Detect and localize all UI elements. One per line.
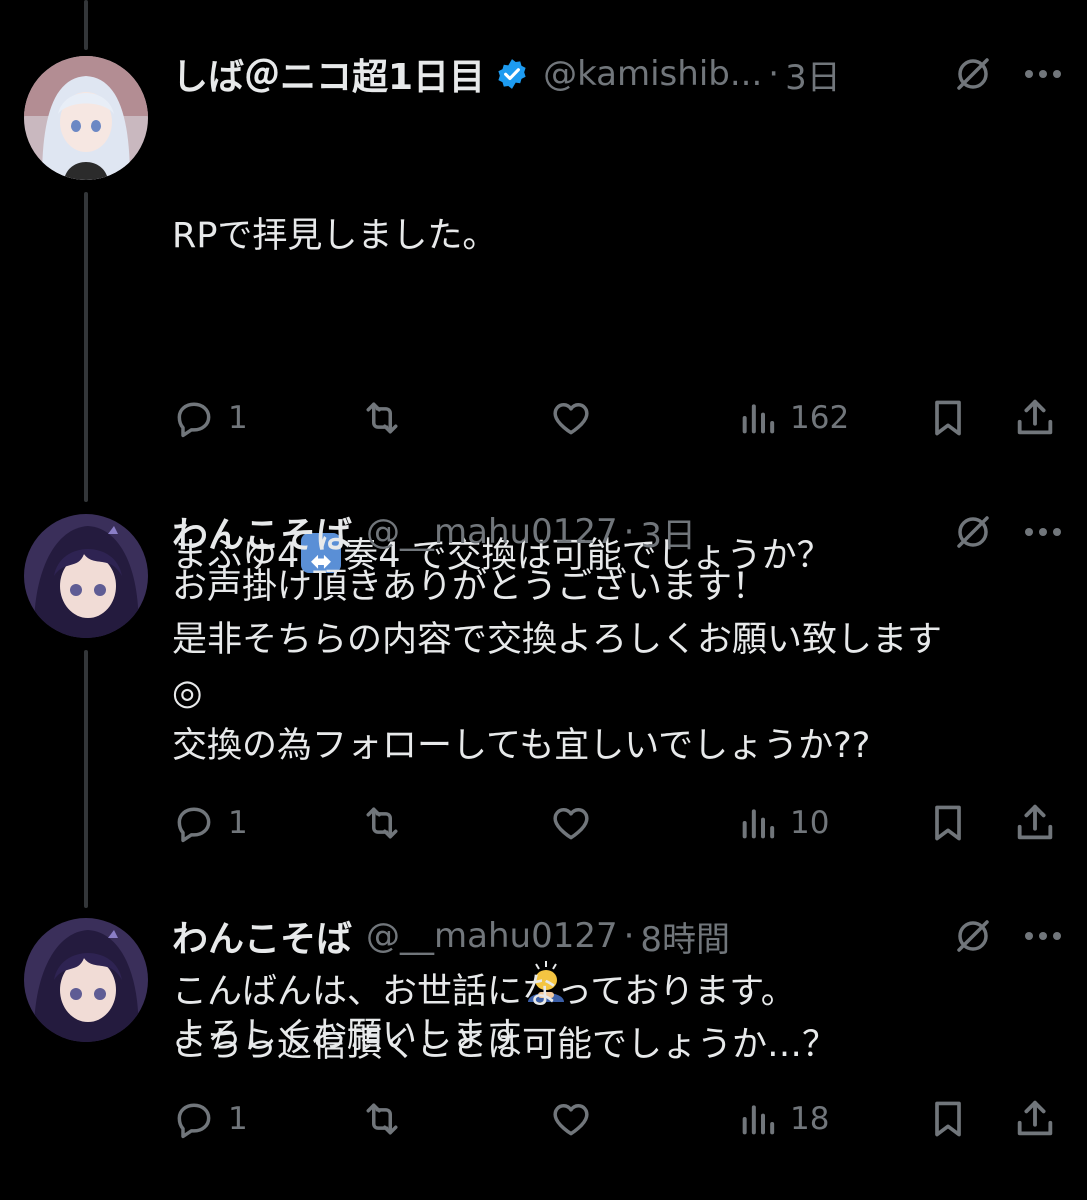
reply-button[interactable]: 1 — [172, 1094, 248, 1144]
reply-count: 1 — [228, 1101, 248, 1137]
tweet-actions: 1 18 — [172, 1094, 1063, 1144]
tweet-text: こんばんは、お世話になっております。 こちら返信頂くことは可能でしょうか…？ — [172, 972, 838, 1065]
views-count: 18 — [790, 1101, 830, 1137]
bookmark-icon — [935, 1101, 961, 1137]
timestamp[interactable]: 8時間 — [640, 912, 730, 961]
share-icon — [1017, 1100, 1053, 1136]
bookmark-button[interactable] — [926, 1094, 970, 1144]
reply-icon — [177, 1103, 211, 1139]
like-button[interactable] — [548, 1094, 606, 1144]
repost-button[interactable] — [358, 1094, 418, 1144]
share-button[interactable] — [1012, 1094, 1058, 1144]
separator-dot: · — [623, 916, 635, 956]
tweet-3[interactable]: わんこそば @__mahu0127 · 8時間 こんばんは、お世話になっておりま… — [0, 0, 1087, 1200]
repost-icon — [366, 1103, 398, 1135]
avatar[interactable] — [24, 918, 148, 1042]
tweet-header: わんこそば @__mahu0127 · 8時間 — [172, 912, 1063, 961]
grok-icon[interactable] — [953, 916, 993, 956]
more-icon[interactable] — [1023, 930, 1063, 942]
display-name[interactable]: わんこそば — [172, 910, 352, 962]
views-button[interactable]: 18 — [738, 1094, 829, 1144]
header-actions — [953, 916, 1063, 956]
handle[interactable]: @__mahu0127 — [366, 916, 618, 956]
views-icon — [742, 1105, 775, 1135]
like-icon — [553, 1104, 589, 1136]
